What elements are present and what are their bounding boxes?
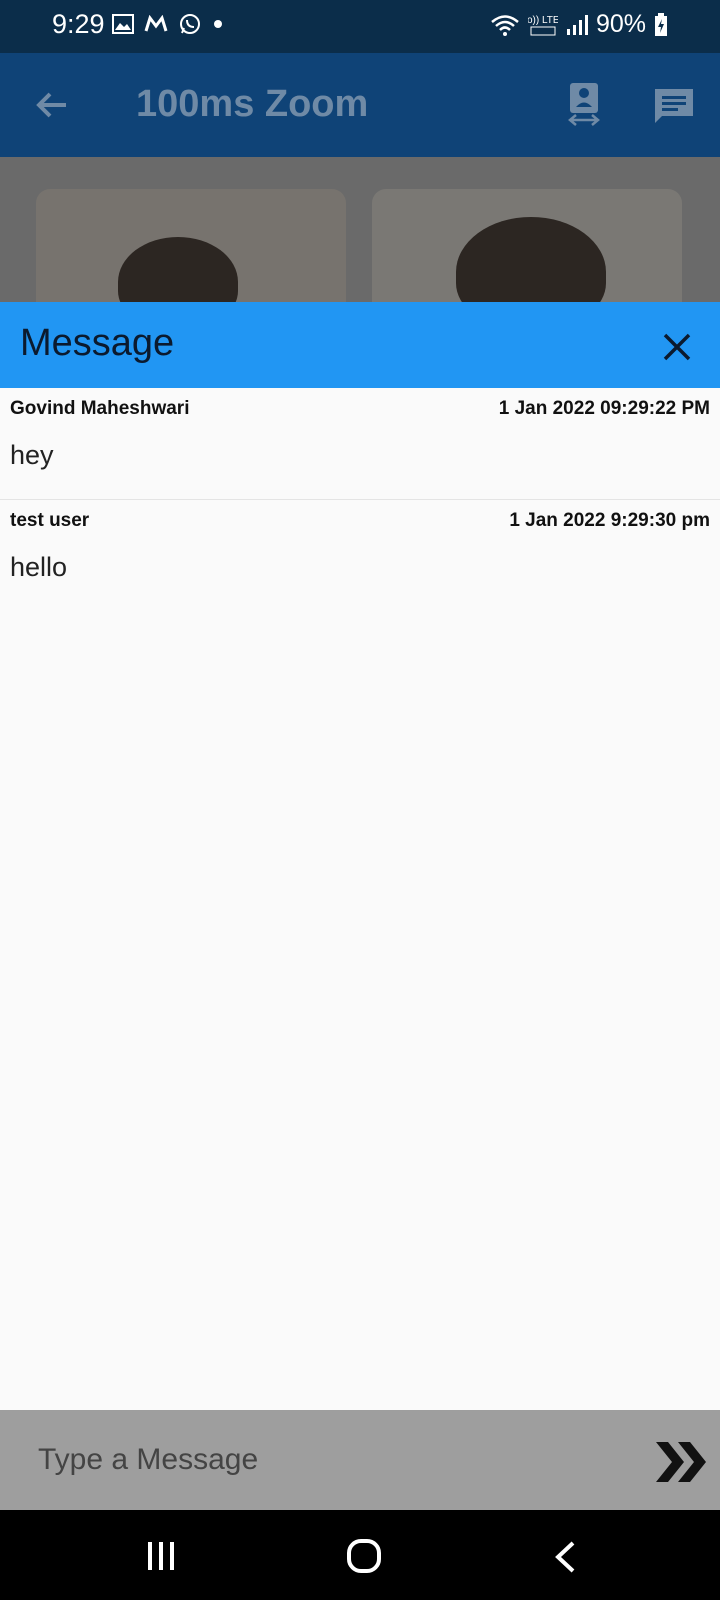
m-app-icon: [144, 15, 168, 32]
system-icons: Vo)) LTE1 90%: [490, 10, 668, 39]
send-icon[interactable]: [654, 1438, 710, 1486]
message-item: Govind Maheshwari 1 Jan 2022 09:29:22 PM…: [0, 388, 720, 500]
signal-icon: [566, 14, 588, 35]
dot-icon: [214, 20, 222, 28]
video-tile-peer-1[interactable]: [36, 189, 346, 302]
battery-percent: 90%: [595, 10, 646, 38]
message-text: hello: [10, 552, 68, 582]
message-sender: Govind Maheshwari: [10, 398, 190, 419]
video-area: [0, 157, 720, 302]
message-composer: [0, 1410, 720, 1510]
message-text: hey: [10, 440, 54, 470]
message-timestamp: 1 Jan 2022 09:29:22 PM: [498, 398, 710, 419]
gallery-icon: [112, 14, 134, 34]
video-tile-peer-2[interactable]: [372, 189, 682, 302]
network-label: Vo)) LTE1: [528, 15, 558, 26]
switch-camera-icon[interactable]: [566, 81, 602, 127]
status-time: 9:29: [52, 9, 105, 39]
message-sender: test user: [10, 510, 90, 531]
message-input[interactable]: [28, 1428, 628, 1492]
home-icon[interactable]: [346, 1538, 382, 1574]
whatsapp-icon: [180, 14, 200, 34]
volte-icon: Vo)) LTE1: [528, 15, 558, 35]
notification-icons: [112, 12, 224, 36]
back-icon[interactable]: [553, 1540, 577, 1574]
wifi-icon: [491, 14, 519, 36]
message-timestamp: 1 Jan 2022 9:29:30 pm: [509, 510, 710, 531]
app-title: 100ms Zoom: [136, 83, 369, 125]
message-list[interactable]: Govind Maheshwari 1 Jan 2022 09:29:22 PM…: [0, 388, 720, 1410]
back-arrow-icon[interactable]: [34, 87, 70, 123]
status-bar: 9:29 Vo)) LTE1 90%: [0, 0, 720, 53]
peer-video-frame: [118, 237, 238, 302]
recents-icon[interactable]: [146, 1540, 176, 1572]
chat-icon[interactable]: [652, 86, 696, 126]
battery-charging-icon: [655, 12, 667, 36]
peer-video-frame: [456, 217, 606, 302]
chat-sheet-header: Message: [0, 302, 720, 388]
system-nav-bar: [0, 1510, 720, 1600]
chat-sheet-title: Message: [20, 322, 175, 364]
message-item: test user 1 Jan 2022 9:29:30 pm hello: [0, 500, 720, 612]
screen: 9:29 Vo)) LTE1 90% 100ms Zoom Message: [0, 0, 720, 1600]
app-bar: 100ms Zoom: [0, 53, 720, 157]
close-button[interactable]: [656, 326, 698, 368]
